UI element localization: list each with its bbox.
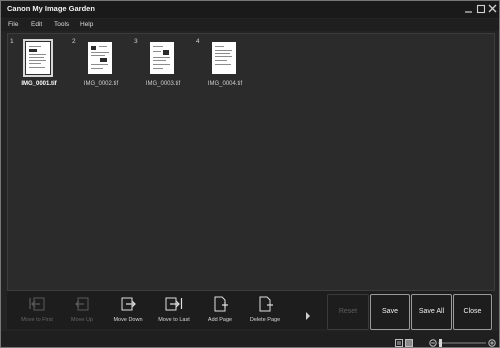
zoom-out-icon[interactable] (429, 334, 437, 347)
page-preview-image (150, 42, 174, 74)
page-preview-image (88, 42, 112, 74)
page-number: 1 (10, 38, 14, 45)
zoom-in-icon[interactable] (488, 334, 496, 347)
toolbar-scroll-right-icon[interactable] (305, 307, 311, 320)
page-thumbnail-2[interactable]: 2 IMG_0002.tif (72, 37, 130, 89)
delete-page-icon (256, 295, 274, 312)
page-preview-image (212, 42, 236, 74)
move-to-first-icon (28, 295, 46, 312)
move-to-last-icon (165, 295, 183, 312)
add-page-icon (211, 295, 229, 312)
move-down-icon (119, 295, 137, 312)
close-button[interactable]: Close (453, 294, 492, 330)
minimize-icon[interactable] (463, 3, 475, 15)
save-button[interactable]: Save (370, 294, 410, 330)
maximize-icon[interactable] (475, 3, 487, 15)
menu-bar: File Edit Tools Help (1, 19, 499, 31)
page-thumbnail-3[interactable]: 3 IMG_0003.tif (134, 37, 192, 89)
delete-page-button[interactable]: Delete Page (241, 293, 289, 327)
menu-edit[interactable]: Edit (31, 21, 42, 28)
page-preview-image (23, 39, 53, 77)
delete-page-label: Delete Page (249, 317, 281, 323)
detail-view-icon[interactable] (405, 334, 413, 347)
page-filename: IMG_0002.tif (83, 81, 119, 87)
page-thumbnail-1[interactable]: 1 IMG_0001.tif (10, 37, 68, 89)
move-up-icon (73, 295, 91, 312)
page-filename: IMG_0003.tif (145, 81, 181, 87)
menu-help[interactable]: Help (80, 21, 93, 28)
page-toolbar: Move to First Move Up Move Down Move to … (7, 291, 493, 330)
page-number: 2 (72, 38, 76, 45)
reset-button[interactable]: Reset (327, 294, 369, 330)
page-thumbnail-4[interactable]: 4 IMG_0004.tif (196, 37, 254, 89)
close-window-icon[interactable] (487, 3, 499, 15)
menu-file[interactable]: File (8, 21, 18, 28)
save-all-button[interactable]: Save All (411, 294, 452, 330)
page-filename: IMG_0001.tif (21, 81, 57, 87)
menu-tools[interactable]: Tools (54, 21, 69, 28)
zoom-slider[interactable] (438, 334, 486, 347)
status-bar (1, 331, 499, 347)
title-bar: Canon My Image Garden (1, 1, 499, 18)
page-thumbnail-area: 1 IMG_0001.tif 2 IMG_0002.tif 3 IMG_0003… (7, 33, 495, 291)
app-window: Canon My Image Garden File Edit Tools He… (0, 0, 500, 348)
list-view-icon[interactable] (395, 334, 403, 347)
page-number: 4 (196, 38, 200, 45)
page-number: 3 (134, 38, 138, 45)
page-filename: IMG_0004.tif (207, 81, 243, 87)
window-title: Canon My Image Garden (7, 4, 95, 13)
